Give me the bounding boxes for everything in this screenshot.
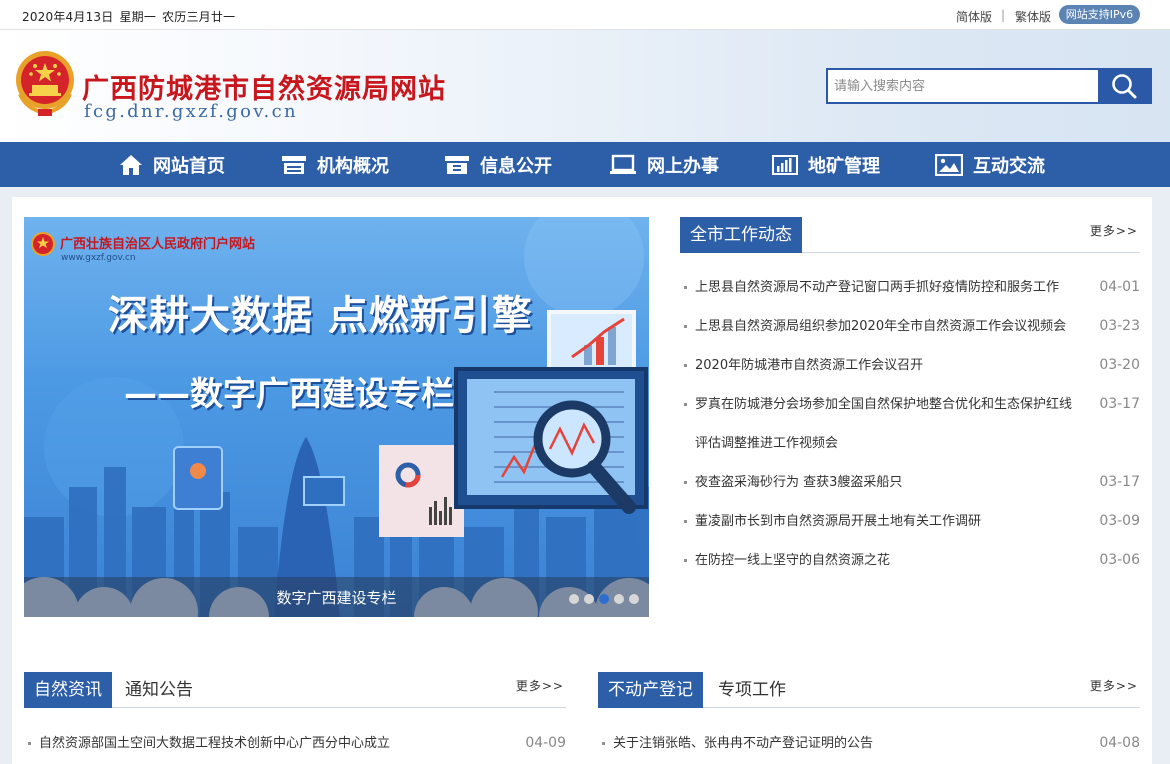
building-icon xyxy=(282,155,306,174)
news-date: 03-17 xyxy=(1099,396,1140,412)
tab-special-work[interactable]: 专项工作 xyxy=(718,672,786,708)
nav-label: 信息公开 xyxy=(480,155,552,177)
nav-label: 网上办事 xyxy=(647,155,719,177)
top-bar: 2020年4月13日 星期一 农历三月廿一 简体版 | 繁体版 网站支持IPv6 xyxy=(0,0,1170,30)
banner-subline: ——数字广西建设专栏 xyxy=(124,374,454,413)
estate-more-link[interactable]: 更多>> xyxy=(1090,677,1138,694)
search-icon xyxy=(1112,74,1137,99)
list-item[interactable]: 董凌副市长到市自然资源局开展土地有关工作调研 03-09 xyxy=(680,502,1140,541)
ipv6-badge[interactable]: 网站支持IPv6 xyxy=(1059,5,1140,24)
nav-label: 机构概况 xyxy=(317,155,389,177)
traditional-chinese-link[interactable]: 繁体版 xyxy=(1015,8,1051,25)
news-date: 03-09 xyxy=(1099,513,1140,529)
city-news-header: 全市工作动态 更多>> xyxy=(680,217,1140,253)
search-button[interactable] xyxy=(1098,70,1150,102)
list-item[interactable]: 自然资源部国土空间大数据工程技术创新中心广西分中心成立 04-09 xyxy=(24,724,566,763)
news-title: 2020年防城港市自然资源工作会议召开 xyxy=(695,358,924,373)
news-title: 关于注销张皓、张冉冉不动产登记证明的公告 xyxy=(613,736,874,751)
list-item[interactable]: 上思县自然资源局组织参加2020年全市自然资源工作会议视频会 03-23 xyxy=(680,307,1140,346)
tab-real-estate-registration[interactable]: 不动产登记 xyxy=(598,672,703,708)
language-separator: | xyxy=(1001,8,1006,22)
news-date: 03-17 xyxy=(1099,474,1140,490)
lunar-date: 农历三月廿一 xyxy=(162,10,236,24)
list-item[interactable]: 上思县自然资源局不动产登记窗口两手抓好疫情防控和服务工作 04-01 xyxy=(680,268,1140,307)
banner-illustration xyxy=(24,217,649,617)
banner-slider[interactable]: 广西壮族自治区人民政府门户网站 www.gxzf.gov.cn 深耕大数据 点燃… xyxy=(24,217,649,617)
home-icon xyxy=(120,154,142,175)
slide-indicators xyxy=(569,594,639,604)
tab-notices[interactable]: 通知公告 xyxy=(125,672,193,708)
list-item[interactable]: 夜查盗采海砂行为 查获3艘盗采船只 03-17 xyxy=(680,463,1140,502)
banner-portal-url: www.gxzf.gov.cn xyxy=(61,253,136,263)
news-title: 夜查盗采海砂行为 查获3艘盗采船只 xyxy=(695,475,903,490)
estate-list: 关于注销张皓、张冉冉不动产登记证明的公告 04-08 xyxy=(598,724,1140,763)
nav-label: 互动交流 xyxy=(973,155,1045,177)
city-news-list: 上思县自然资源局不动产登记窗口两手抓好疫情防控和服务工作 04-01 上思县自然资源… xyxy=(680,268,1140,580)
current-date: 2020年4月13日 xyxy=(22,10,114,24)
list-item[interactable]: 关于注销张皓、张冉冉不动产登记证明的公告 04-08 xyxy=(598,724,1140,763)
news-date: 03-20 xyxy=(1099,357,1140,373)
list-item[interactable]: 在防控一线上坚守的自然资源之花 03-06 xyxy=(680,541,1140,580)
search-box xyxy=(826,68,1152,104)
news-date: 04-08 xyxy=(1099,735,1140,751)
nav-item-interaction[interactable]: 互动交流 xyxy=(935,142,1045,187)
cabinet-icon xyxy=(445,155,469,174)
date-info: 2020年4月13日 星期一 农历三月廿一 xyxy=(22,8,241,25)
tab-nature-news[interactable]: 自然资讯 xyxy=(24,672,112,708)
site-domain: fcg.dnr.gxzf.gov.cn xyxy=(84,101,298,122)
news-title: 上思县自然资源局组织参加2020年全市自然资源工作会议视频会 xyxy=(695,319,1067,334)
nature-news-more-link[interactable]: 更多>> xyxy=(516,677,564,694)
nav-item-home[interactable]: 网站首页 xyxy=(119,142,225,187)
nav-item-info-disclosure[interactable]: 信息公开 xyxy=(444,142,552,187)
city-news-more-link[interactable]: 更多>> xyxy=(1090,222,1138,239)
banner-headline: 深耕大数据 点燃新引擎 xyxy=(108,293,533,339)
nav-label: 网站首页 xyxy=(153,155,225,177)
news-title: 罗真在防城港分会场参加全国自然保护地整合优化和生态保护红线评估调整推进工作视频会 xyxy=(695,397,1073,451)
news-date: 03-23 xyxy=(1099,318,1140,334)
news-date: 04-09 xyxy=(525,735,566,751)
nav-label: 地矿管理 xyxy=(808,155,880,177)
nature-news-header: 自然资讯 通知公告 更多>> xyxy=(24,672,566,708)
banner-caption[interactable]: 数字广西建设专栏 xyxy=(24,587,649,608)
national-emblem-icon xyxy=(16,51,74,116)
weekday: 星期一 xyxy=(119,10,157,24)
simplified-chinese-link[interactable]: 简体版 xyxy=(956,8,992,25)
image-icon xyxy=(935,153,963,176)
news-date: 04-01 xyxy=(1099,279,1140,295)
main-nav: 网站首页 机构概况 信息公开 网上办事 地矿管理 互动交流 xyxy=(0,142,1170,187)
tab-city-news[interactable]: 全市工作动态 xyxy=(680,217,802,253)
slide-dot-1[interactable] xyxy=(569,594,579,604)
nav-item-mining-management[interactable]: 地矿管理 xyxy=(772,142,880,187)
slide-dot-3[interactable] xyxy=(599,594,609,604)
laptop-icon xyxy=(610,154,636,174)
news-title: 董凌副市长到市自然资源局开展土地有关工作调研 xyxy=(695,514,982,529)
banner-portal-title: 广西壮族自治区人民政府门户网站 xyxy=(60,237,256,252)
slide-dot-2[interactable] xyxy=(584,594,594,604)
site-header: 广西防城港市自然资源局网站 fcg.dnr.gxzf.gov.cn xyxy=(0,30,1170,142)
estate-header: 不动产登记 专项工作 更多>> xyxy=(598,672,1140,708)
news-title: 上思县自然资源局不动产登记窗口两手抓好疫情防控和服务工作 xyxy=(695,280,1060,295)
nav-item-online-service[interactable]: 网上办事 xyxy=(609,142,719,187)
news-title: 自然资源部国土空间大数据工程技术创新中心广西分中心成立 xyxy=(39,736,391,751)
news-date: 03-06 xyxy=(1099,552,1140,568)
news-title: 在防控一线上坚守的自然资源之花 xyxy=(695,553,891,568)
slide-dot-5[interactable] xyxy=(629,594,639,604)
search-input[interactable] xyxy=(828,70,1098,102)
list-item[interactable]: 罗真在防城港分会场参加全国自然保护地整合优化和生态保护红线评估调整推进工作视频会… xyxy=(680,385,1140,463)
slide-dot-4[interactable] xyxy=(614,594,624,604)
bar-chart-icon xyxy=(772,154,798,175)
nav-item-organization[interactable]: 机构概况 xyxy=(281,142,389,187)
list-item[interactable]: 2020年防城港市自然资源工作会议召开 03-20 xyxy=(680,346,1140,385)
nature-news-list: 自然资源部国土空间大数据工程技术创新中心广西分中心成立 04-09 xyxy=(24,724,566,763)
